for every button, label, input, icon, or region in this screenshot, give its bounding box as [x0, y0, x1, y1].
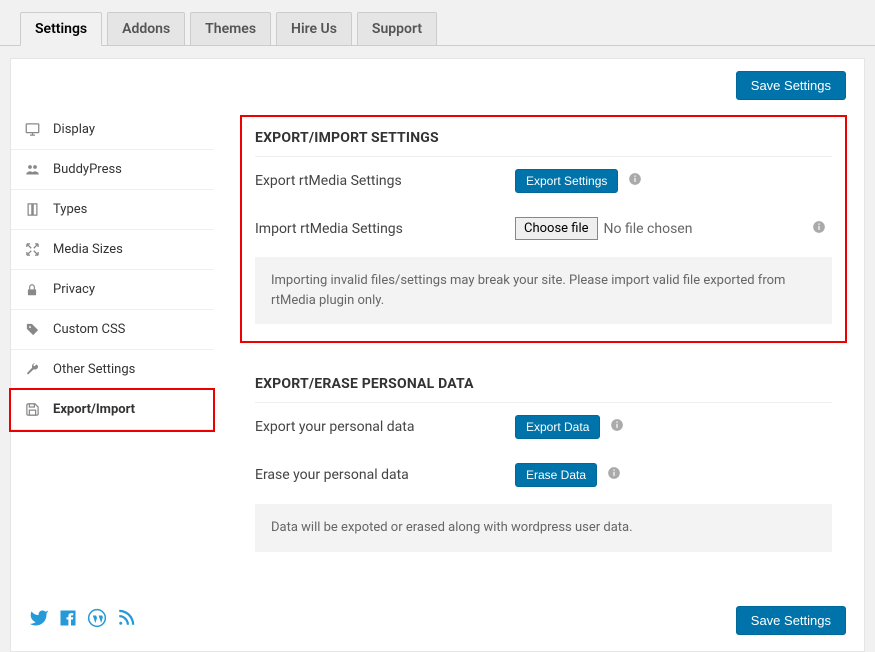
save-settings-button-top[interactable]: Save Settings [736, 71, 846, 100]
social-links [29, 608, 135, 632]
export-data-button[interactable]: Export Data [515, 415, 600, 439]
sidebar-item-types[interactable]: Types [11, 190, 213, 230]
tab-addons[interactable]: Addons [107, 12, 185, 45]
tab-support[interactable]: Support [357, 12, 437, 45]
panel-title: EXPORT/ERASE PERSONAL DATA [255, 376, 832, 403]
info-icon[interactable] [812, 220, 832, 238]
nav-tabs: Settings Addons Themes Hire Us Support [0, 0, 875, 46]
info-icon[interactable] [610, 418, 624, 436]
sidebar-item-privacy[interactable]: Privacy [11, 270, 213, 310]
sidebar-item-label: Export/Import [53, 402, 135, 417]
types-icon [25, 202, 43, 217]
import-settings-label: Import rtMedia Settings [255, 221, 515, 237]
export-import-settings-panel: EXPORT/IMPORT SETTINGS Export rtMedia Se… [241, 116, 846, 342]
tab-settings[interactable]: Settings [20, 12, 102, 46]
sidebar-item-other-settings[interactable]: Other Settings [11, 350, 213, 390]
display-icon [25, 122, 43, 137]
sidebar-item-label: Other Settings [53, 362, 135, 377]
lock-icon [25, 283, 43, 297]
choose-file-button[interactable]: Choose file [515, 217, 598, 240]
save-icon [25, 402, 43, 417]
erase-data-button[interactable]: Erase Data [515, 463, 597, 487]
info-icon[interactable] [628, 172, 642, 190]
sidebar-item-buddypress[interactable]: BuddyPress [11, 150, 213, 190]
import-warning-notice: Importing invalid files/settings may bre… [255, 257, 832, 324]
tab-themes[interactable]: Themes [190, 12, 271, 45]
sidebar-item-display[interactable]: Display [11, 110, 213, 150]
export-settings-label: Export rtMedia Settings [255, 173, 515, 189]
wordpress-icon[interactable] [87, 608, 107, 632]
erase-personal-label: Erase your personal data [255, 467, 515, 483]
tab-hire-us[interactable]: Hire Us [276, 12, 352, 45]
sidebar-item-media-sizes[interactable]: Media Sizes [11, 230, 213, 270]
expand-icon [25, 242, 43, 257]
info-icon[interactable] [607, 466, 621, 484]
sidebar-item-label: Privacy [53, 282, 95, 297]
export-settings-button[interactable]: Export Settings [515, 169, 618, 193]
sidebar-item-export-import[interactable]: Export/Import [11, 390, 213, 430]
wrench-icon [25, 362, 43, 377]
tag-icon [25, 322, 43, 337]
personal-data-panel: EXPORT/ERASE PERSONAL DATA Export your p… [241, 362, 846, 570]
twitter-icon[interactable] [29, 608, 49, 632]
export-personal-label: Export your personal data [255, 419, 515, 435]
settings-sidebar: Display BuddyPress Types [11, 110, 213, 590]
rss-icon[interactable] [117, 609, 135, 631]
sidebar-item-label: BuddyPress [53, 162, 122, 177]
file-status: No file chosen [604, 221, 693, 237]
sidebar-item-label: Types [53, 202, 87, 217]
group-icon [25, 162, 43, 177]
sidebar-item-label: Display [53, 122, 95, 137]
sidebar-item-label: Media Sizes [53, 242, 123, 257]
sidebar-item-custom-css[interactable]: Custom CSS [11, 310, 213, 350]
facebook-icon[interactable] [59, 609, 77, 631]
panel-title: EXPORT/IMPORT SETTINGS [255, 130, 832, 157]
personal-data-notice: Data will be expoted or erased along wit… [255, 504, 832, 552]
sidebar-item-label: Custom CSS [53, 322, 125, 337]
save-settings-button-bottom[interactable]: Save Settings [736, 606, 846, 635]
